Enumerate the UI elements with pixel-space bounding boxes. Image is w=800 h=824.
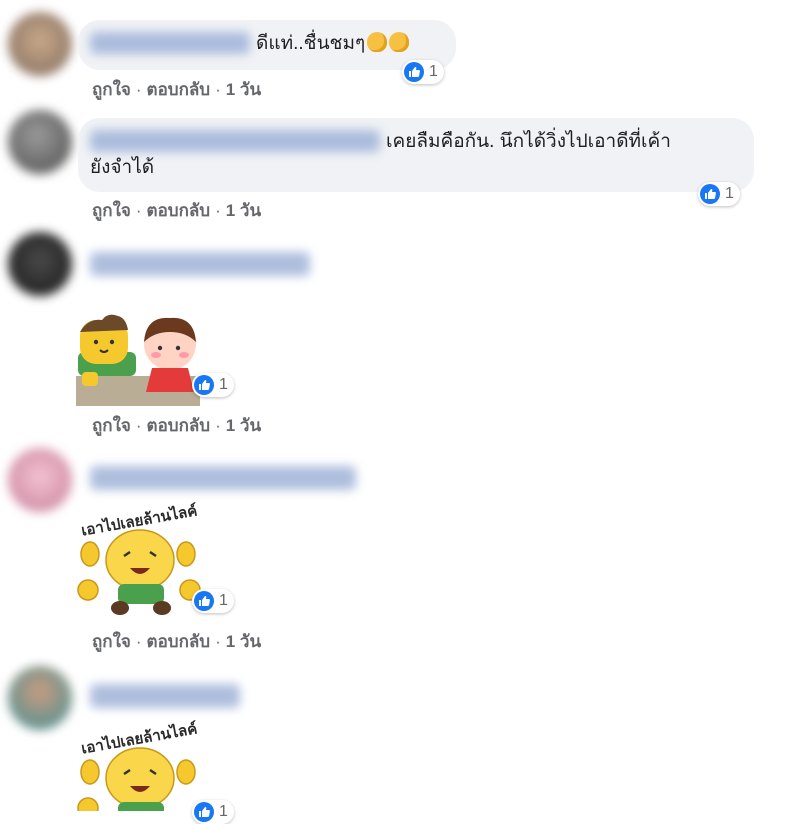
reply-link[interactable]: ตอบกลับ [147,80,211,99]
reaction-count-badge[interactable]: 1 [402,60,444,84]
comment-timestamp[interactable]: 1 วัน [226,632,261,651]
comment-avatar[interactable] [8,110,72,174]
comment-avatar[interactable] [8,12,72,76]
comment-avatar[interactable] [8,232,72,296]
comment-timestamp[interactable]: 1 วัน [226,416,261,435]
clapping-hands-icon [389,32,410,52]
like-link[interactable]: ถูกใจ [92,201,131,220]
like-link[interactable]: ถูกใจ [92,632,131,651]
comment-actions: ถูกใจ · ตอบกลับ · 1 วัน [92,632,262,651]
comment-text-body: ดีแท่..ชื่นชมๆ [256,33,366,54]
comment-timestamp[interactable]: 1 วัน [226,201,261,220]
commenter-name[interactable] [90,32,250,54]
cheering-boy-sticker[interactable]: เอาไปเลยล้านไลค์ [76,716,206,811]
comment-text-line2: ยังจำได้ [90,157,155,178]
comment-text-line1: เคยลืมคือกัน. นึกได้วิ่งไปเอาดีที่เค้า [386,131,671,152]
comment-actions: ถูกใจ · ตอบกลับ · 1 วัน [92,201,262,220]
reply-link[interactable]: ตอบกลับ [147,201,211,220]
commenter-name[interactable] [90,684,240,708]
reaction-count: 1 [725,185,734,202]
thumbs-up-icon [194,802,214,822]
comment-avatar[interactable] [8,666,72,730]
reaction-count-badge[interactable]: 1 [192,800,234,824]
clapping-hands-icon [367,32,388,52]
reaction-count-badge[interactable]: 1 [698,182,740,206]
two-cartoon-kids-sticker[interactable] [76,312,206,408]
thumbs-up-icon [194,591,214,611]
comment-avatar[interactable] [8,448,72,512]
commenter-name[interactable] [90,466,356,490]
thumbs-up-icon [700,184,720,204]
like-link[interactable]: ถูกใจ [92,416,131,435]
thumbs-up-icon [194,375,214,395]
reaction-count-badge[interactable]: 1 [192,589,234,613]
comment-timestamp[interactable]: 1 วัน [226,80,261,99]
like-link[interactable]: ถูกใจ [92,80,131,99]
reaction-count-badge[interactable]: 1 [192,373,234,397]
cheering-boy-sticker[interactable]: เอาไปเลยล้านไลค์ [76,498,206,620]
comment-text: ดีแท่..ชื่นชมๆ [256,31,410,57]
reaction-count: 1 [219,376,228,393]
reaction-count: 1 [429,63,438,80]
commenter-name[interactable] [90,252,310,276]
reaction-count: 1 [219,803,228,820]
reply-link[interactable]: ตอบกลับ [147,632,211,651]
reply-link[interactable]: ตอบกลับ [147,416,211,435]
commenter-name[interactable] [90,130,380,152]
thumbs-up-icon [404,62,424,82]
comment-actions: ถูกใจ · ตอบกลับ · 1 วัน [92,416,262,435]
reaction-count: 1 [219,592,228,609]
comment-actions: ถูกใจ · ตอบกลับ · 1 วัน [92,80,262,99]
